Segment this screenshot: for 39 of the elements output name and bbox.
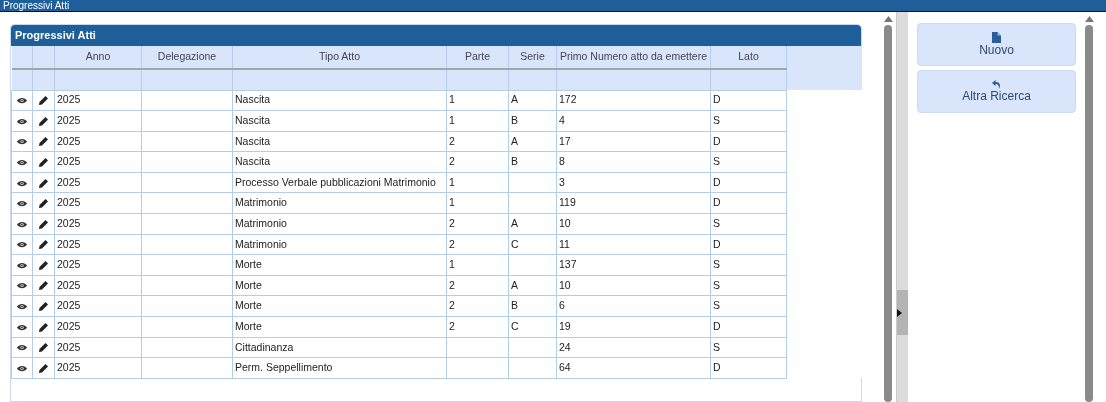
table-cell: 1 <box>446 90 509 111</box>
view-icon[interactable] <box>17 323 27 331</box>
view-icon[interactable] <box>17 158 27 166</box>
view-icon[interactable] <box>17 282 27 290</box>
table-cell: D <box>710 90 787 111</box>
expand-icon[interactable] <box>897 308 902 317</box>
table-cell: Nascita <box>232 90 447 111</box>
panel-title: Progressivi Atti <box>11 25 861 46</box>
column-header[interactable]: Primo Numero atto da emettere <box>556 46 711 69</box>
new-button[interactable]: Nuovo <box>917 23 1076 66</box>
column-header[interactable]: Lato <box>710 46 787 69</box>
column-header[interactable]: Parte <box>446 46 509 69</box>
table-cell: A <box>508 90 557 111</box>
view-icon[interactable] <box>17 200 27 208</box>
view-icon[interactable] <box>17 241 27 249</box>
filter-cell[interactable] <box>232 69 447 90</box>
view-icon[interactable] <box>17 364 27 372</box>
table-cell: 172 <box>556 90 711 111</box>
column-header[interactable]: Anno <box>54 46 142 69</box>
table-cell: 2025 <box>54 90 142 111</box>
search-again-button[interactable]: Altra Ricerca <box>917 70 1076 113</box>
column-header[interactable]: Delegazione <box>141 46 233 69</box>
view-icon[interactable] <box>17 138 27 146</box>
reply-icon <box>992 79 1001 89</box>
view-icon[interactable] <box>17 303 27 311</box>
document-icon <box>992 31 1001 43</box>
view-icon[interactable] <box>17 261 27 269</box>
scroll-up-icon[interactable] <box>883 16 893 22</box>
view-icon[interactable] <box>17 117 27 125</box>
window-title: Progressivi Atti <box>0 0 1106 12</box>
scroll-up-icon[interactable] <box>1084 16 1094 22</box>
column-header[interactable]: Tipo Atto <box>232 46 447 69</box>
edit-icon[interactable] <box>39 178 48 188</box>
view-icon[interactable] <box>17 179 27 187</box>
edit-icon[interactable] <box>39 281 48 291</box>
column-header[interactable]: Serie <box>508 46 557 69</box>
view-icon[interactable] <box>17 97 27 105</box>
view-icon[interactable] <box>17 344 27 352</box>
view-icon[interactable] <box>17 220 27 228</box>
